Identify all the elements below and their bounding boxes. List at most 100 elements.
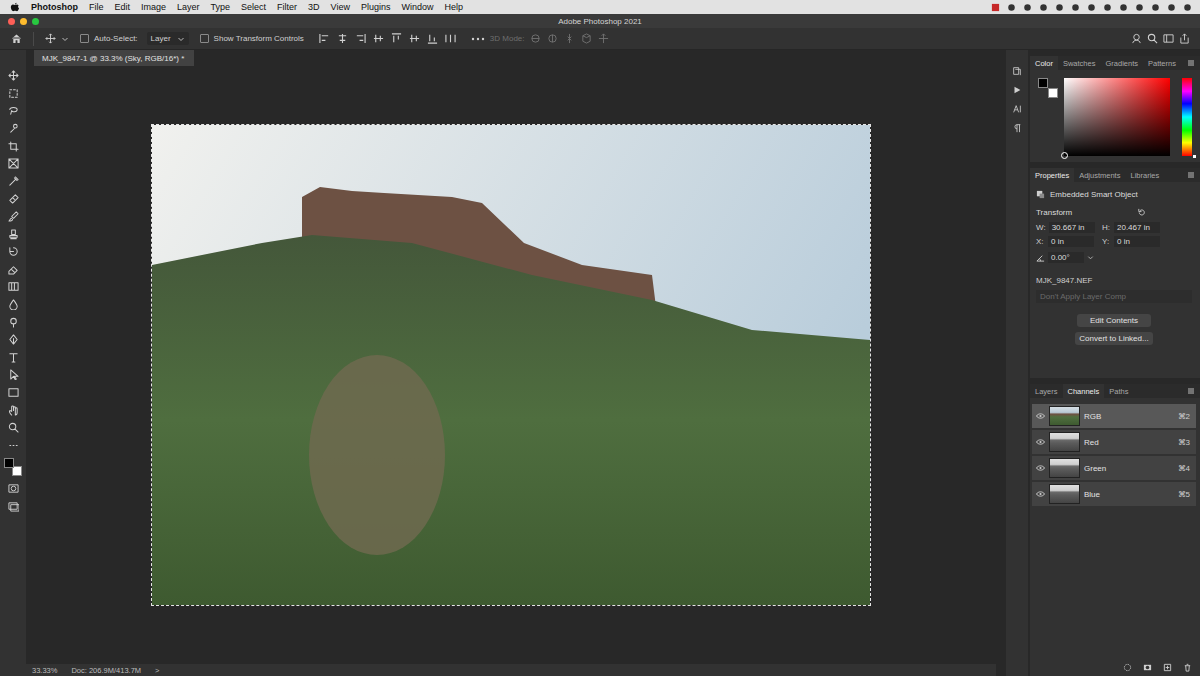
layer-comp-dropdown[interactable]: Don't Apply Layer Comp xyxy=(1036,290,1192,303)
status-item-icon[interactable] xyxy=(1103,3,1112,12)
paragraph-panel-icon[interactable] xyxy=(1012,123,1022,133)
tool-button[interactable] xyxy=(0,137,26,155)
status-item-icon[interactable] xyxy=(1135,3,1144,12)
app-menu[interactable]: Photoshop xyxy=(31,2,78,12)
panel-tab[interactable]: Paths xyxy=(1104,384,1133,398)
menu-item[interactable]: Help xyxy=(445,2,464,12)
home-icon[interactable] xyxy=(11,33,22,44)
status-item-icon[interactable] xyxy=(1167,3,1176,12)
menu-item[interactable]: Window xyxy=(402,2,434,12)
photo[interactable] xyxy=(152,125,870,605)
status-menu-arrow[interactable]: > xyxy=(155,666,159,675)
align-icon[interactable] xyxy=(337,33,348,44)
chevron-down-icon[interactable] xyxy=(61,35,69,43)
panel-menu-icon[interactable] xyxy=(1187,387,1195,395)
tool-button[interactable] xyxy=(0,296,26,314)
eye-icon[interactable] xyxy=(1036,413,1045,419)
menu-item[interactable]: Select xyxy=(241,2,266,12)
foreground-background-swatches[interactable] xyxy=(4,458,22,476)
panel-menu-icon[interactable] xyxy=(1187,171,1195,179)
tool-button[interactable] xyxy=(0,498,26,516)
more-options-icon[interactable] xyxy=(471,36,485,42)
tool-button[interactable] xyxy=(0,313,26,331)
menu-item[interactable]: Layer xyxy=(177,2,200,12)
reset-icon[interactable] xyxy=(1137,208,1146,217)
menu-item[interactable]: Edit xyxy=(115,2,131,12)
tool-button[interactable] xyxy=(0,436,26,454)
3d-mode-icon[interactable] xyxy=(530,33,541,44)
field-input[interactable]: 30.667 in xyxy=(1049,222,1095,233)
tool-button[interactable] xyxy=(0,349,26,367)
chevron-down-icon[interactable] xyxy=(1087,254,1094,261)
field-input[interactable]: 0 in xyxy=(1048,236,1094,247)
status-item-icon[interactable] xyxy=(1055,3,1064,12)
panel-tab[interactable]: Layers xyxy=(1030,384,1063,398)
picker-marker[interactable] xyxy=(1061,152,1068,159)
field-input[interactable]: 0 in xyxy=(1114,236,1160,247)
tool-button[interactable] xyxy=(0,225,26,243)
tool-button[interactable] xyxy=(0,401,26,419)
search-icon[interactable] xyxy=(1147,33,1158,44)
status-item-icon[interactable] xyxy=(1119,3,1128,12)
character-panel-icon[interactable] xyxy=(1012,104,1022,114)
panel-tab[interactable]: Adjustments xyxy=(1074,168,1125,182)
zoom-button[interactable] xyxy=(32,18,39,25)
menu-item[interactable]: File xyxy=(89,2,104,12)
3d-mode-icon[interactable] xyxy=(564,33,575,44)
tool-button[interactable] xyxy=(0,208,26,226)
status-item-icon[interactable] xyxy=(1087,3,1096,12)
tool-button[interactable] xyxy=(0,480,26,498)
status-item-icon[interactable] xyxy=(1183,3,1192,12)
3d-mode-icon[interactable] xyxy=(547,33,558,44)
saturation-field[interactable] xyxy=(1064,78,1170,156)
panel-tab[interactable]: Patterns xyxy=(1143,56,1181,70)
background-swatch[interactable] xyxy=(1048,88,1058,98)
foreground-swatch[interactable] xyxy=(4,458,14,468)
angle-input[interactable]: 0.00° xyxy=(1048,252,1084,263)
menu-item[interactable]: 3D xyxy=(308,2,320,12)
tool-button[interactable] xyxy=(0,331,26,349)
eye-icon[interactable] xyxy=(1036,465,1045,471)
minimize-button[interactable] xyxy=(20,18,27,25)
panel-tab[interactable]: Channels xyxy=(1063,384,1105,398)
panel-tab[interactable]: Libraries xyxy=(1125,168,1164,182)
status-item-icon[interactable] xyxy=(1151,3,1160,12)
panel-tab[interactable]: Swatches xyxy=(1058,56,1101,70)
history-icon[interactable] xyxy=(1012,66,1022,76)
menu-item[interactable]: Image xyxy=(141,2,166,12)
auto-select-checkbox[interactable] xyxy=(80,34,89,43)
new-channel-icon[interactable] xyxy=(1163,663,1172,672)
move-tool-icon[interactable] xyxy=(45,33,56,44)
align-icon[interactable] xyxy=(445,33,456,44)
tool-button[interactable] xyxy=(0,366,26,384)
status-item-icon[interactable] xyxy=(1039,3,1048,12)
channel-row[interactable]: Blue⌘5 xyxy=(1032,482,1196,506)
align-icon[interactable] xyxy=(355,33,366,44)
channel-row[interactable]: Green⌘4 xyxy=(1032,456,1196,480)
menu-item[interactable]: Plugins xyxy=(361,2,391,12)
foreground-swatch[interactable] xyxy=(1038,78,1048,88)
channel-row[interactable]: Red⌘3 xyxy=(1032,430,1196,454)
tool-button[interactable] xyxy=(0,67,26,85)
status-item-icon[interactable] xyxy=(1007,3,1016,12)
load-selection-icon[interactable] xyxy=(1123,663,1132,672)
align-icon[interactable] xyxy=(319,33,330,44)
share-image-icon[interactable] xyxy=(1179,33,1190,44)
eye-icon[interactable] xyxy=(1036,439,1045,445)
status-item-icon[interactable] xyxy=(1071,3,1080,12)
close-button[interactable] xyxy=(8,18,15,25)
panel-tab[interactable]: Gradients xyxy=(1100,56,1143,70)
zoom-level[interactable]: 33.33% xyxy=(32,666,57,675)
share-icon[interactable] xyxy=(1131,33,1142,44)
apple-icon[interactable] xyxy=(10,2,20,12)
align-icon[interactable] xyxy=(391,33,402,44)
3d-mode-icon[interactable] xyxy=(581,33,592,44)
tool-button[interactable] xyxy=(0,243,26,261)
tool-button[interactable] xyxy=(0,102,26,120)
status-item-icon[interactable] xyxy=(1023,3,1032,12)
show-transform-checkbox[interactable] xyxy=(200,34,209,43)
hue-marker[interactable] xyxy=(1193,155,1196,158)
actions-play-icon[interactable] xyxy=(1012,85,1022,95)
panel-tab[interactable]: Color xyxy=(1030,56,1058,70)
document-tab[interactable]: MJK_9847-1 @ 33.3% (Sky, RGB/16*) * xyxy=(34,50,194,66)
